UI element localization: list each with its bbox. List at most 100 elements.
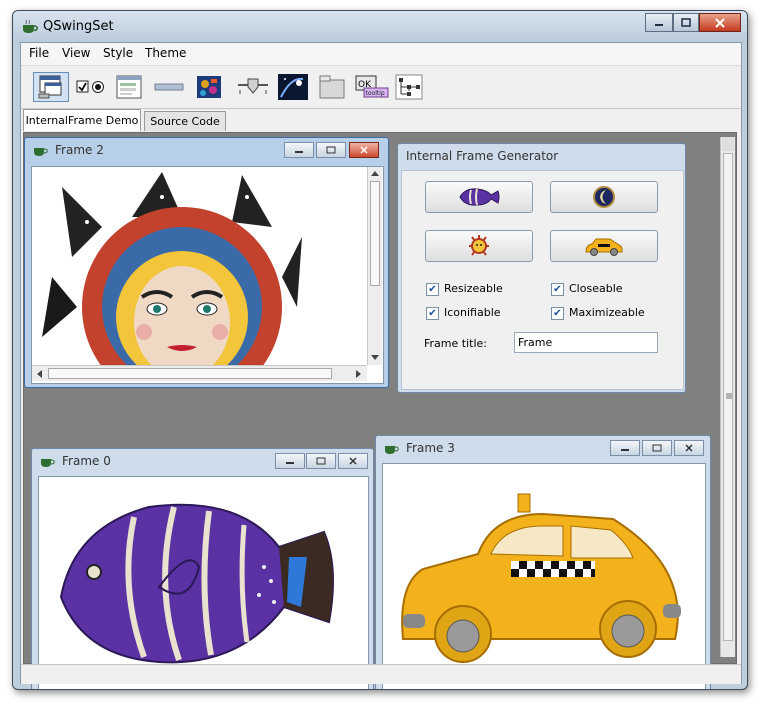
frame-2-content	[31, 166, 384, 384]
generator-titlebar[interactable]: Internal Frame Generator	[398, 144, 685, 170]
tab-source-code[interactable]: Source Code	[144, 111, 226, 131]
frame-2-titlebar[interactable]: Frame 2	[25, 138, 388, 164]
frame-3-close-button[interactable]	[674, 440, 704, 456]
toolbar-tree-button[interactable]	[393, 72, 425, 102]
frame-0-title: Frame 0	[62, 454, 111, 468]
frame-2-vertical-scrollbar[interactable]	[367, 167, 382, 365]
menu-view[interactable]: View	[62, 46, 90, 60]
sun-icon	[469, 235, 489, 256]
toolbar-slider-button[interactable]	[233, 72, 273, 102]
minimize-icon	[286, 462, 294, 464]
toolbar-tooltip-button[interactable]: OK tooltip	[353, 72, 391, 102]
frame-3-title: Frame 3	[406, 441, 455, 455]
close-icon	[715, 17, 725, 28]
minimize-button[interactable]	[645, 13, 673, 32]
desktop-vertical-scrollbar[interactable]	[720, 137, 735, 657]
frame-2-maximize-button[interactable]	[316, 142, 346, 158]
splitpane-icon	[278, 74, 308, 100]
menu-style[interactable]: Style	[103, 46, 133, 60]
resizeable-checkbox[interactable]: ✔	[426, 283, 439, 296]
minimize-icon	[295, 151, 303, 153]
generator-title: Internal Frame Generator	[406, 149, 559, 163]
frame-0-window[interactable]: Frame 0	[31, 448, 374, 689]
frame-2-minimize-button[interactable]	[284, 142, 314, 158]
taxi-image	[401, 493, 681, 663]
closeable-label: Closeable	[569, 282, 623, 295]
tooltip-text: tooltip	[366, 90, 385, 97]
maximizeable-checkbox[interactable]: ✔	[551, 307, 564, 320]
taxi-icon	[585, 238, 623, 256]
image-icon	[197, 76, 221, 98]
close-button[interactable]	[699, 13, 741, 32]
generate-moon-frame-button[interactable]	[550, 181, 658, 213]
checkbox-radio-icon	[76, 80, 104, 93]
toolbar-tabbedpane-button[interactable]	[315, 72, 349, 102]
frame-3-titlebar[interactable]: Frame 3	[376, 436, 710, 462]
frame-3-maximize-button[interactable]	[642, 440, 672, 456]
minimize-icon	[655, 23, 663, 26]
frame-0-maximize-button[interactable]	[306, 453, 336, 469]
frame-3-content	[382, 463, 706, 689]
frame-2-title: Frame 2	[55, 143, 104, 157]
frame-2-hscroll-thumb[interactable]	[48, 368, 332, 379]
frame-3-window[interactable]: Frame 3	[375, 435, 711, 689]
frame-2-horizontal-scrollbar[interactable]	[32, 365, 367, 381]
generate-fish-frame-button[interactable]	[425, 181, 533, 213]
frame-0-titlebar[interactable]: Frame 0	[32, 449, 373, 475]
toolbar-splitpane-button[interactable]	[275, 72, 311, 102]
iconifiable-checkbox[interactable]: ✔	[426, 307, 439, 320]
menu-theme[interactable]: Theme	[145, 46, 186, 60]
internal-frame-generator-window[interactable]: Internal Frame Generator ✔ Resizeable ✔ …	[397, 143, 686, 393]
tabbedpane-icon	[319, 75, 345, 99]
toolbar-internal-frame-button[interactable]	[33, 72, 69, 102]
arrow-right-icon	[356, 370, 361, 378]
tab-internalframe-demo[interactable]: InternalFrame Demo	[23, 109, 141, 131]
fish-image	[59, 503, 334, 664]
frame-0-close-button[interactable]	[338, 453, 368, 469]
maximizeable-label: Maximizeable	[569, 306, 645, 319]
close-icon	[685, 444, 693, 452]
tab-bar: InternalFrame Demo Source Code	[21, 109, 741, 131]
desktop-pane: Frame 0 Frame 3 Internal Frame Generator…	[23, 132, 737, 689]
arrow-left-icon	[37, 370, 42, 378]
frame-0-content	[38, 476, 369, 689]
frame-2-window[interactable]: Frame 2	[24, 137, 389, 388]
frame-title-input[interactable]	[514, 332, 658, 353]
window-titlebar[interactable]: QSwingSet	[13, 11, 747, 43]
internal-frame-demo-icon	[38, 75, 62, 99]
maximize-icon	[652, 444, 662, 452]
maximize-icon	[316, 457, 326, 465]
frame-2-vscroll-thumb[interactable]	[370, 181, 380, 286]
coffee-cup-icon	[23, 19, 38, 33]
moon-icon	[593, 186, 615, 208]
closeable-checkbox[interactable]: ✔	[551, 283, 564, 296]
client-area: File View Style Theme OK tooltip Interna…	[20, 42, 742, 689]
frame-3-minimize-button[interactable]	[610, 440, 640, 456]
desktop-scroll-thumb[interactable]	[723, 153, 733, 641]
menu-file[interactable]: File	[29, 46, 49, 60]
tree-icon	[395, 74, 423, 100]
generate-taxi-frame-button[interactable]	[550, 230, 658, 262]
list-icon	[116, 75, 142, 99]
arrow-up-icon	[371, 171, 379, 176]
toolbar-progressbar-button[interactable]	[153, 72, 185, 102]
scroll-up-arrow[interactable]	[722, 137, 734, 151]
fish-icon	[459, 188, 500, 206]
close-icon	[349, 457, 357, 465]
menu-bar: File View Style Theme	[21, 43, 741, 65]
frame-0-minimize-button[interactable]	[275, 453, 305, 469]
grip-icon	[726, 393, 732, 399]
iconifiable-label: Iconifiable	[444, 306, 501, 319]
toolbar-buttons-button[interactable]	[75, 72, 107, 102]
generate-sun-frame-button[interactable]	[425, 230, 533, 262]
frame-2-close-button[interactable]	[349, 142, 379, 158]
coffee-cup-icon	[41, 459, 55, 467]
coffee-cup-icon	[385, 446, 399, 454]
toolbar-list-button[interactable]	[113, 72, 145, 102]
maximize-icon	[326, 146, 336, 154]
maximize-button[interactable]	[673, 13, 699, 32]
slider-icon	[238, 78, 268, 94]
toolbar-image-button[interactable]	[193, 72, 225, 102]
coffee-cup-icon	[34, 148, 48, 156]
window-title: QSwingSet	[43, 19, 114, 34]
